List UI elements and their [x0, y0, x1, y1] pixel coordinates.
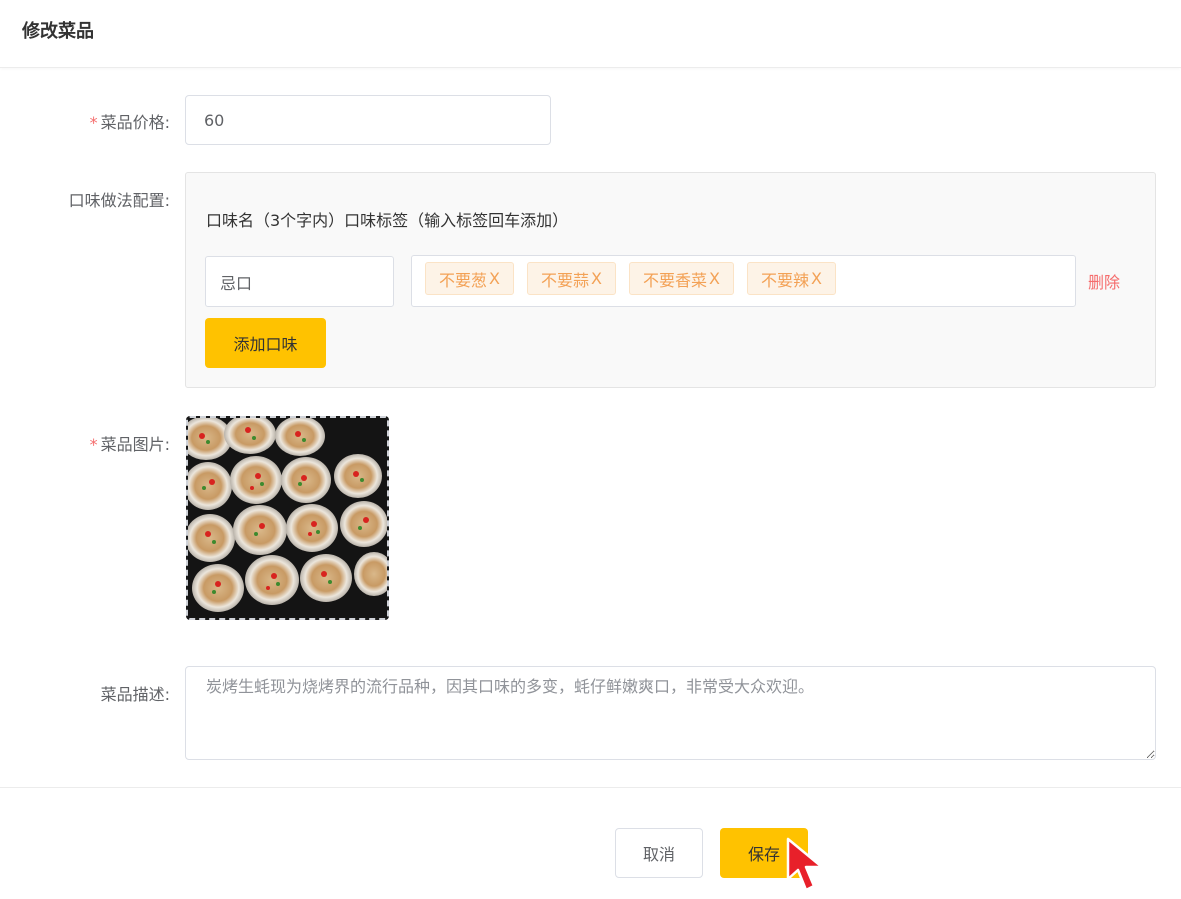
description-label: 菜品描述:: [100, 685, 170, 704]
tag-close-icon[interactable]: X: [709, 269, 720, 288]
flavor-tag[interactable]: 不要香菜 X: [628, 262, 734, 295]
page-title: 修改菜品: [22, 21, 94, 42]
add-flavor-button[interactable]: 添加口味: [205, 318, 326, 368]
price-label-text: 菜品价格:: [100, 113, 170, 132]
cancel-button[interactable]: 取消: [615, 828, 703, 878]
flavor-tags-input[interactable]: 不要葱 X 不要蒜 X 不要香菜 X 不要辣 X: [411, 255, 1076, 307]
footer-divider: [0, 787, 1181, 788]
flavor-tag[interactable]: 不要蒜 X: [526, 262, 616, 295]
flavor-header: 口味名（3个字内）口味标签（输入标签回车添加）: [206, 211, 569, 230]
dish-image-upload[interactable]: [186, 416, 389, 620]
tag-label: 不要蒜: [540, 270, 589, 290]
tag-label: 不要辣: [760, 270, 809, 290]
description-textarea[interactable]: 炭烤生蚝现为烧烤界的流行品种，因其口味的多变，蚝仔鲜嫩爽口，非常受大众欢迎。: [185, 666, 1156, 760]
tag-label: 不要香菜: [642, 270, 707, 290]
delete-flavor-link[interactable]: 删除: [1088, 269, 1120, 293]
flavor-name-input[interactable]: [205, 256, 394, 307]
dish-image: [188, 418, 387, 618]
flavor-tag[interactable]: 不要葱 X: [425, 262, 514, 295]
tag-close-icon[interactable]: X: [591, 269, 602, 288]
tag-label: 不要葱: [439, 270, 488, 290]
page-header: 修改菜品: [0, 0, 1181, 68]
flavor-label: 口味做法配置:: [68, 191, 170, 210]
price-label: * 菜品价格:: [0, 109, 170, 133]
required-mark: *: [89, 113, 98, 132]
tag-close-icon[interactable]: X: [489, 269, 500, 288]
image-label: * 菜品图片:: [0, 431, 170, 455]
image-label-text: 菜品图片:: [100, 435, 170, 454]
price-input[interactable]: [185, 95, 551, 145]
flavor-tag[interactable]: 不要辣 X: [746, 262, 836, 295]
tag-close-icon[interactable]: X: [811, 269, 822, 288]
required-mark: *: [89, 435, 98, 454]
save-button[interactable]: 保存: [720, 828, 808, 878]
flavor-config-panel: 口味名（3个字内）口味标签（输入标签回车添加） 不要葱X 不要蒜X 不要香菜X …: [185, 172, 1156, 388]
